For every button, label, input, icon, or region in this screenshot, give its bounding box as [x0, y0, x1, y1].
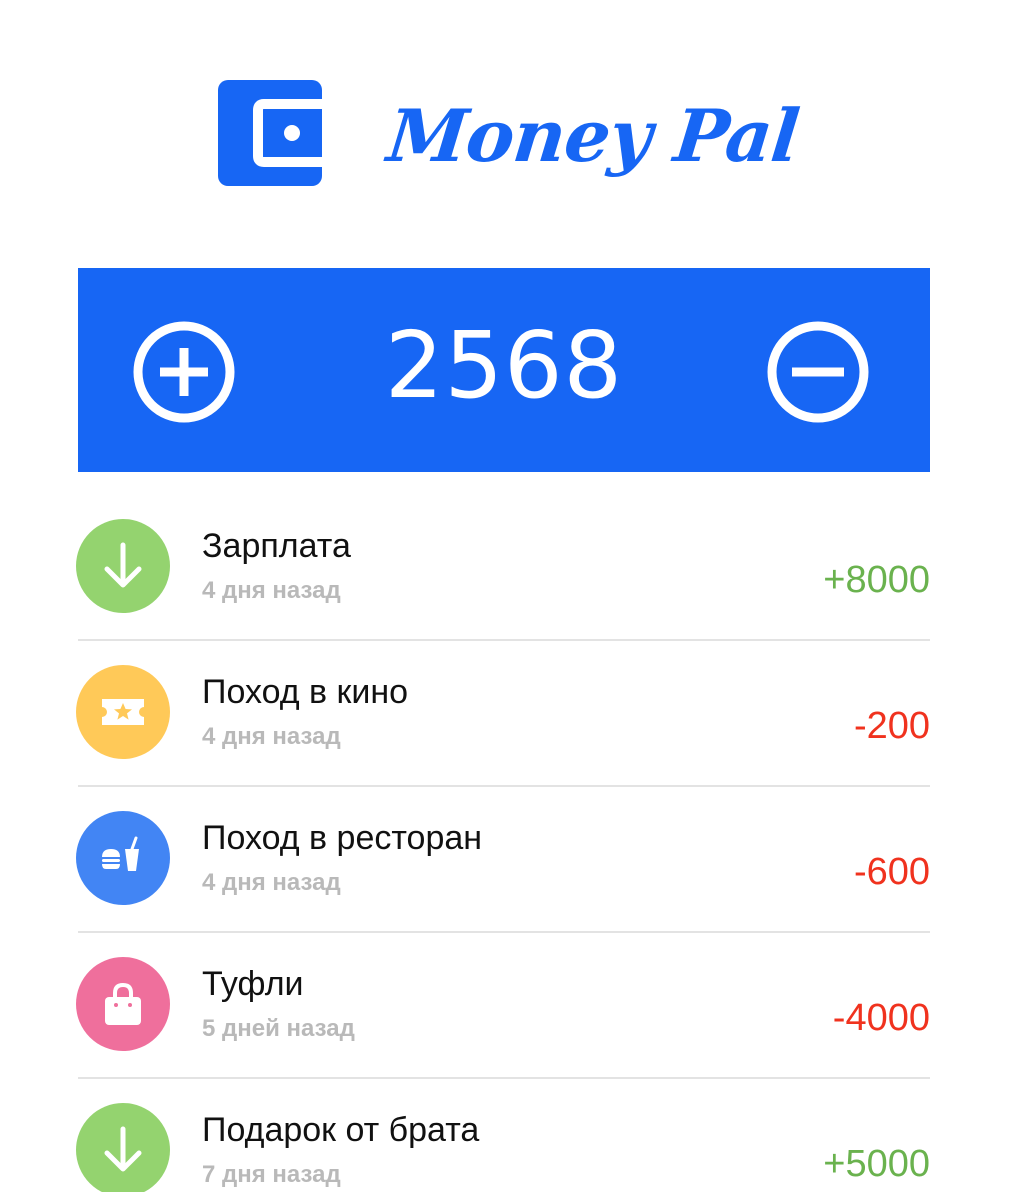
transaction-title: Поход в ресторан — [202, 819, 483, 857]
balance-bar: 2568 — [78, 268, 930, 472]
transaction-amount: +5000 — [823, 1143, 930, 1185]
logo: Money Pal — [218, 80, 802, 186]
arrow-down-icon — [76, 519, 170, 613]
transaction-item[interactable]: Подарок от брата 7 дня назад +5000 — [76, 1079, 930, 1192]
transaction-title: Подарок от брата — [202, 1111, 480, 1149]
transaction-date: 4 дня назад — [202, 723, 341, 750]
wallet-icon — [218, 80, 322, 186]
transaction-list: Зарплата 4 дня назад +8000 Поход в кино … — [76, 495, 930, 1192]
app: Money Pal 2568 Зарплата 4 дня назад +800… — [0, 0, 1018, 1192]
ticket-icon — [76, 665, 170, 759]
subtract-button[interactable] — [766, 320, 870, 424]
transaction-item[interactable]: Поход в кино 4 дня назад -200 — [76, 641, 930, 787]
transaction-title: Зарплата — [202, 527, 351, 565]
transaction-title: Туфли — [202, 965, 304, 1003]
brand-title: Money Pal — [383, 92, 803, 178]
transaction-item[interactable]: Поход в ресторан 4 дня назад -600 — [76, 787, 930, 933]
transaction-item[interactable]: Туфли 5 дней назад -4000 — [76, 933, 930, 1079]
shopping-bag-icon — [76, 957, 170, 1051]
transaction-date: 7 дня назад — [202, 1161, 341, 1188]
transaction-item[interactable]: Зарплата 4 дня назад +8000 — [76, 495, 930, 641]
transaction-amount: +8000 — [823, 559, 930, 601]
transaction-amount: -4000 — [832, 997, 930, 1039]
transaction-date: 4 дня назад — [202, 577, 341, 604]
fast-food-icon — [76, 811, 170, 905]
transaction-amount: -200 — [853, 705, 930, 747]
transaction-date: 5 дней назад — [202, 1015, 355, 1042]
transaction-amount: -600 — [853, 851, 930, 893]
arrow-down-icon — [76, 1103, 170, 1192]
transaction-date: 4 дня назад — [202, 869, 341, 896]
transaction-title: Поход в кино — [202, 673, 409, 711]
minus-circle-icon — [767, 321, 869, 423]
